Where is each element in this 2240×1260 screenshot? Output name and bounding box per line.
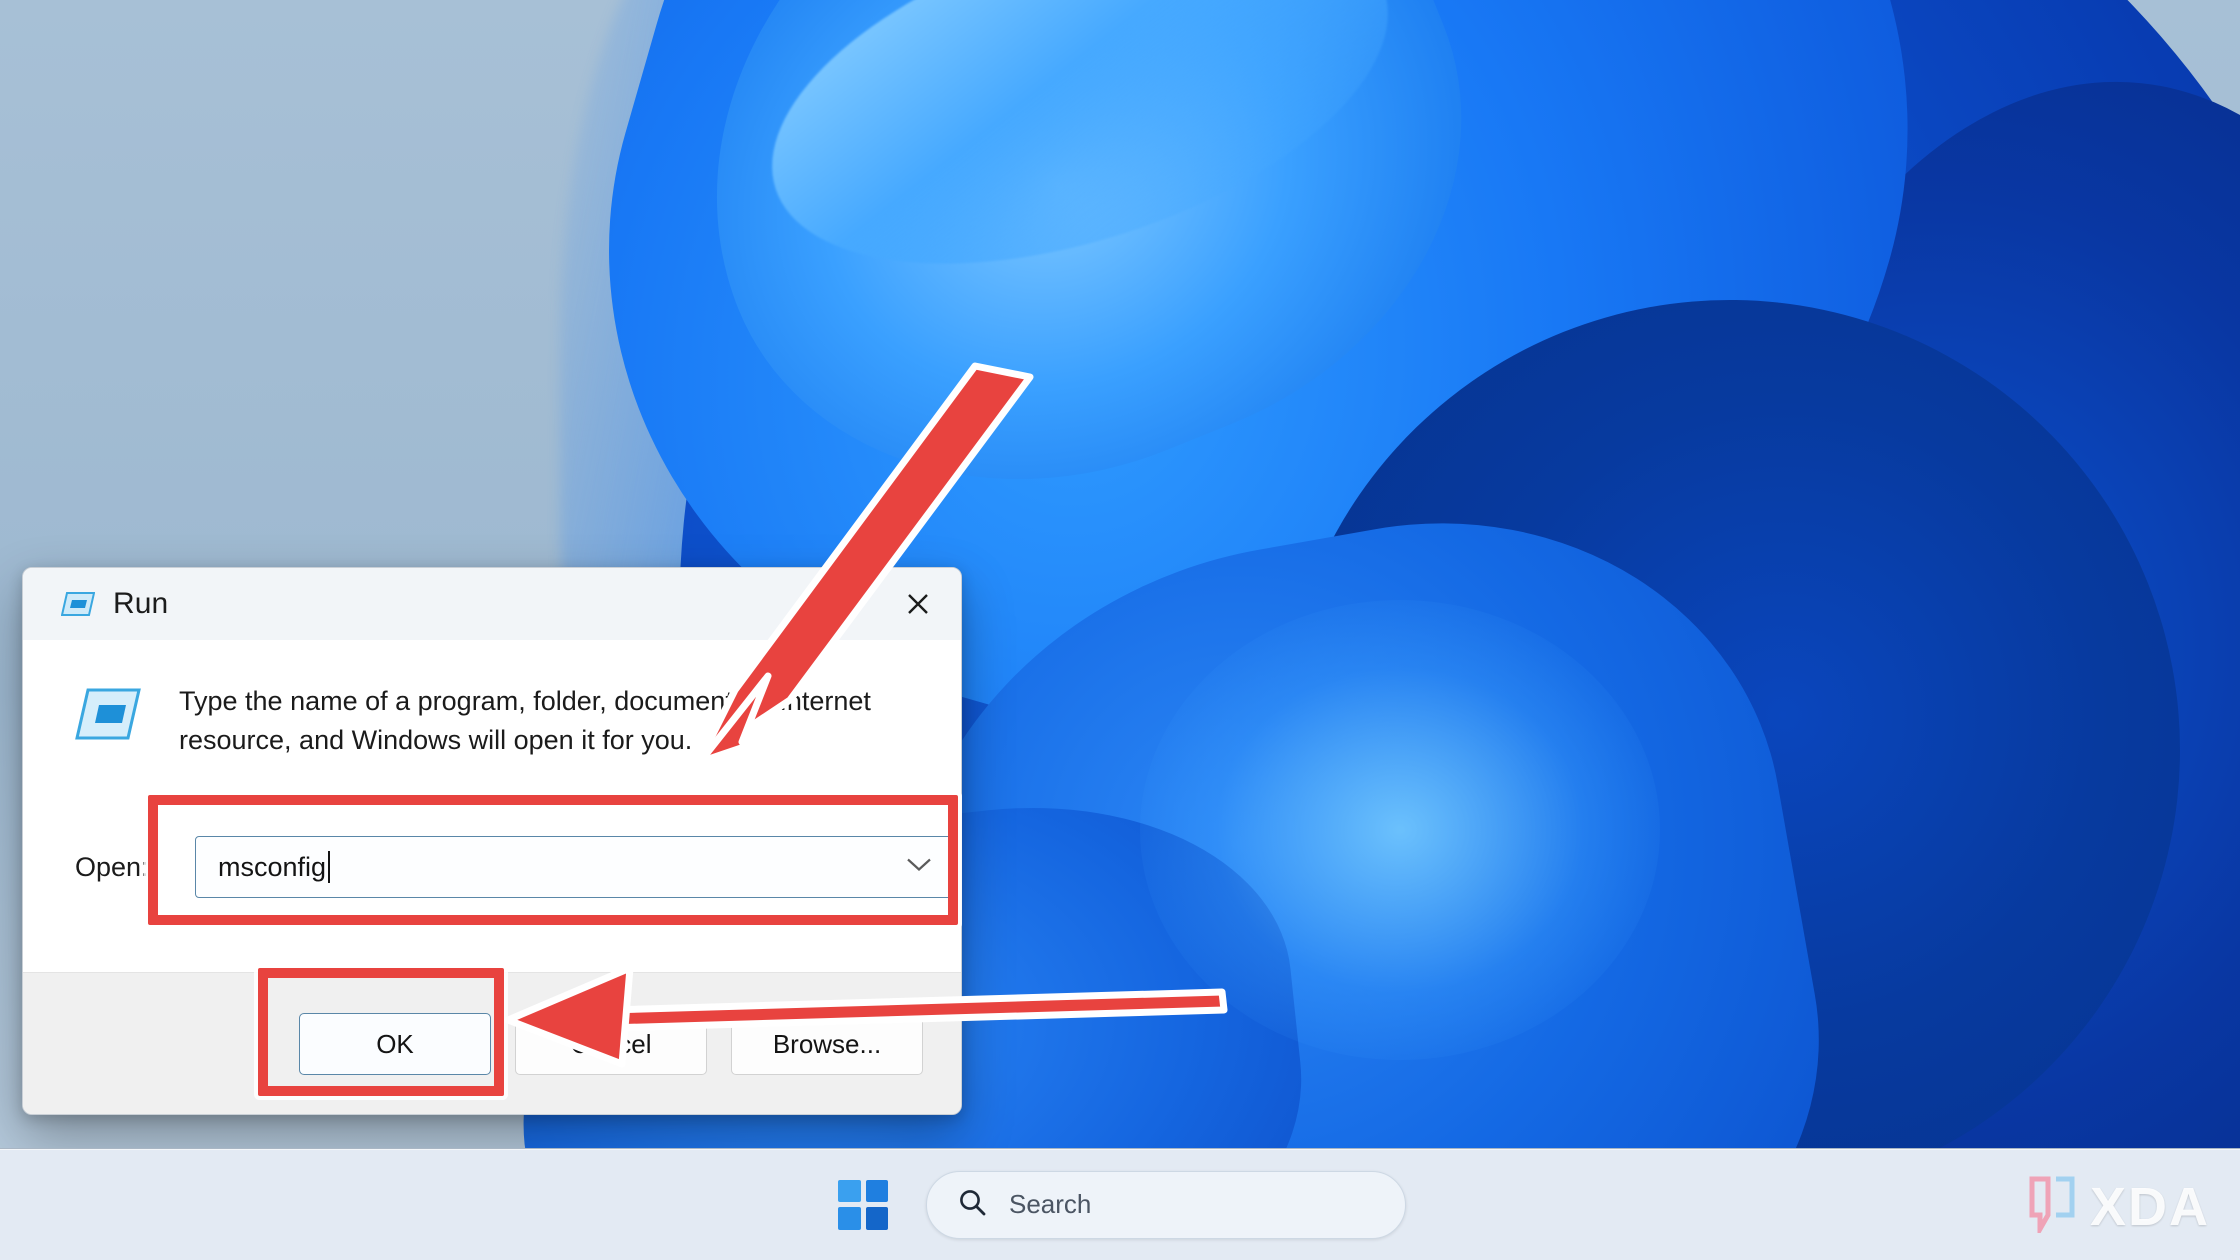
run-window-icon	[61, 591, 95, 617]
search-placeholder: Search	[1009, 1189, 1091, 1220]
taskbar-center-group: Search	[834, 1171, 1406, 1239]
xda-watermark: XDA	[2026, 1175, 2210, 1238]
ok-highlight-box	[258, 968, 504, 1096]
dialog-description: Type the name of a program, folder, docu…	[179, 682, 879, 760]
dialog-titlebar[interactable]: Run	[23, 568, 961, 640]
xda-logo-text: XDA	[2090, 1176, 2210, 1238]
search-input[interactable]: Search	[926, 1171, 1406, 1239]
dialog-description-row: Type the name of a program, folder, docu…	[23, 640, 961, 760]
input-highlight-box	[148, 795, 958, 925]
search-icon	[957, 1187, 987, 1222]
xda-bracket-icon	[2026, 1175, 2080, 1238]
browse-button[interactable]: Browse...	[731, 1013, 923, 1075]
wallpaper-glow	[1140, 600, 1660, 1060]
cancel-button[interactable]: Cancel	[515, 1013, 707, 1075]
dialog-title: Run	[113, 587, 168, 621]
taskbar: Search XDA	[0, 1148, 2240, 1260]
close-icon[interactable]	[875, 568, 961, 640]
desktop: Run Type the name of a program, folder, …	[0, 0, 2240, 1260]
start-button[interactable]	[834, 1176, 892, 1234]
run-large-icon	[75, 686, 141, 742]
windows-logo-icon	[838, 1180, 888, 1230]
